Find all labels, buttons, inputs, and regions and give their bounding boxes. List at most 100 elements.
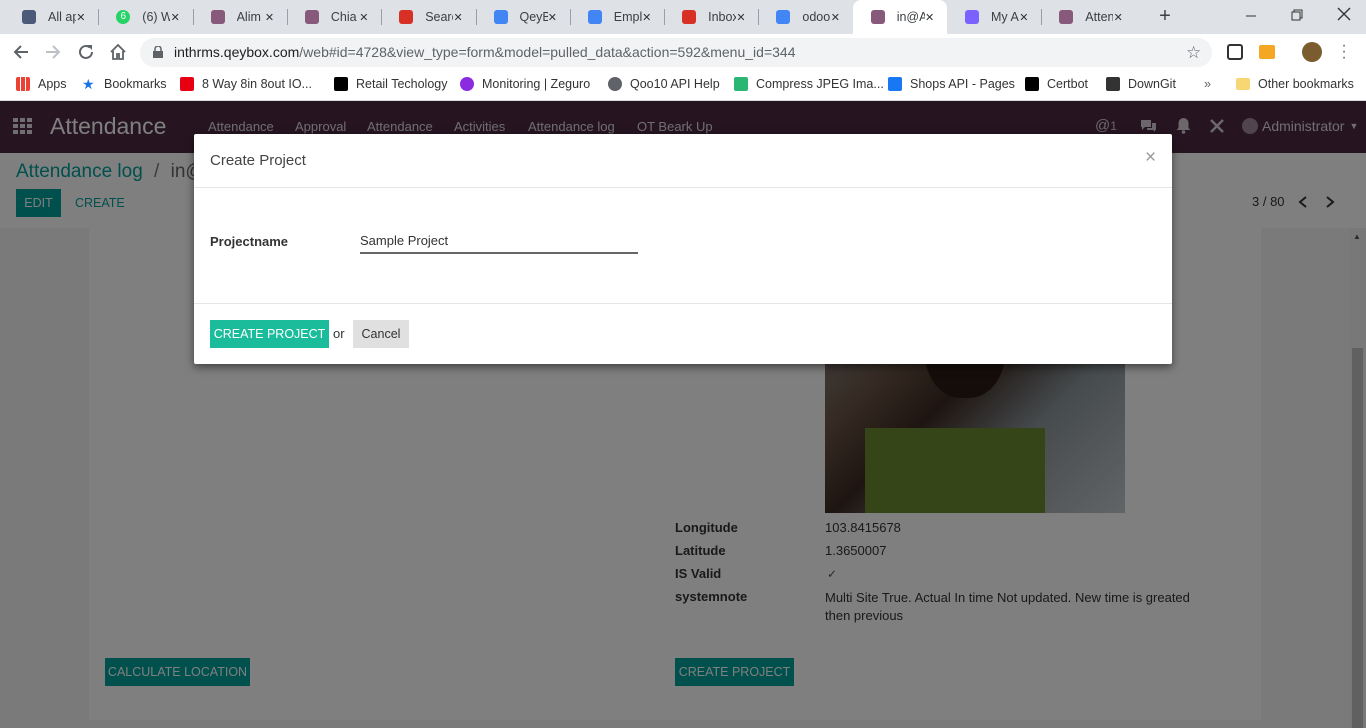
bookmark-item[interactable]: Monitoring | Zeguro	[460, 77, 590, 91]
bookmark-item[interactable]: Apps	[16, 77, 67, 91]
tab-close-icon[interactable]: ✕	[453, 11, 462, 24]
new-tab-button[interactable]: +	[1154, 5, 1176, 27]
bookmark-item[interactable]: DownGit	[1106, 77, 1176, 91]
tab-close-icon[interactable]: ✕	[265, 11, 274, 24]
tab-favicon-icon	[399, 10, 414, 24]
tab-title: (6) WhatsApp	[142, 10, 171, 24]
tab-favicon-icon	[1059, 10, 1074, 24]
create-project-button[interactable]: CREATE PROJECT	[210, 320, 329, 348]
tab-close-icon[interactable]: ✕	[359, 11, 368, 24]
tab-close-icon[interactable]: ✕	[1019, 11, 1028, 24]
bookmark-star-icon[interactable]: ☆	[1186, 44, 1201, 61]
bookmark-label: Bookmarks	[104, 77, 167, 91]
bookmark-item[interactable]: ★ Bookmarks	[82, 77, 167, 91]
browser-tab[interactable]: Inbox ✕	[664, 0, 758, 34]
tab-separator	[475, 9, 477, 25]
leaf-icon	[734, 77, 748, 91]
tab-favicon-icon	[22, 10, 36, 24]
dialog-header-divider	[194, 187, 1172, 188]
tab-separator	[98, 9, 100, 25]
tab-favicon-icon	[965, 10, 979, 24]
tab-favicon-icon	[210, 10, 225, 24]
or-text: or	[333, 326, 345, 341]
tab-close-icon[interactable]: ✕	[736, 11, 745, 24]
browser-tab[interactable]: All apps✕	[4, 0, 98, 34]
other-bookmarks-label: Other bookmarks	[1258, 77, 1354, 91]
projectname-input[interactable]: Sample Project	[360, 233, 638, 254]
tab-close-icon[interactable]: ✕	[642, 11, 651, 24]
restore-button[interactable]	[1290, 8, 1304, 22]
browser-tab[interactable]: odoo ✕	[758, 0, 852, 34]
dialog-close-icon[interactable]: ×	[1145, 147, 1156, 169]
tab-favicon-icon	[587, 10, 602, 24]
facebook-icon	[888, 77, 902, 91]
url-text[interactable]: inthrms.qeybox.com/web#id=4728&view_type…	[174, 44, 795, 60]
other-bookmarks[interactable]: Other bookmarks	[1236, 77, 1354, 91]
tab-favicon-icon	[776, 10, 791, 24]
minimize-button[interactable]	[1244, 8, 1258, 22]
tab-separator	[664, 9, 666, 25]
tab-separator	[381, 9, 383, 25]
lock-icon[interactable]	[153, 45, 163, 61]
browser-tab[interactable]: My Apps✕	[947, 0, 1041, 34]
dialog-footer-divider	[194, 303, 1172, 304]
cancel-button[interactable]: Cancel	[353, 320, 409, 348]
bookmark-label: Compress JPEG Ima...	[756, 77, 884, 91]
tab-title: Employee	[613, 10, 642, 24]
browser-tab[interactable]: Alim ✕	[193, 0, 287, 34]
github-icon	[1106, 77, 1120, 91]
extension-icon[interactable]	[1227, 44, 1243, 60]
bookmark-label: Retail Techology	[356, 77, 448, 91]
tab-close-icon[interactable]: ✕	[925, 11, 934, 24]
browser-tab[interactable]: in@A ✕	[852, 0, 947, 34]
tab-separator	[569, 9, 571, 25]
tab-separator	[286, 9, 288, 25]
bookmark-label: Qoo10 API Help	[630, 77, 720, 91]
tab-close-icon[interactable]: ✕	[171, 11, 180, 24]
star-icon: ★	[82, 76, 95, 92]
bookmark-item[interactable]: Retail Techology	[334, 77, 448, 91]
browser-tab[interactable]: Search✕	[381, 0, 475, 34]
tab-close-icon[interactable]: ✕	[76, 11, 85, 24]
browser-tab[interactable]: Chia ✕	[287, 0, 381, 34]
browser-tab[interactable]: Employee✕	[570, 0, 664, 34]
globe-icon	[608, 77, 622, 91]
bookmark-item[interactable]: Certbot	[1025, 77, 1088, 91]
create-project-dialog: Create Project × Projectname Sample Proj…	[194, 134, 1172, 364]
tab-close-icon[interactable]: ✕	[831, 11, 840, 24]
tab-favicon-icon: 6	[116, 10, 131, 24]
bookmark-label: DownGit	[1128, 77, 1176, 91]
browser-tab[interactable]: 6 (6) WhatsApp✕	[98, 0, 192, 34]
reload-icon[interactable]	[77, 43, 95, 64]
home-icon[interactable]	[109, 43, 127, 64]
back-icon[interactable]	[12, 43, 30, 64]
tab-title: My Apps	[991, 10, 1019, 24]
bookmark-label: Monitoring | Zeguro	[482, 77, 591, 91]
url-host: inthrms.qeybox.com	[174, 44, 300, 60]
address-bar[interactable]: inthrms.qeybox.com/web#id=4728&view_type…	[140, 38, 1212, 67]
v7-icon	[334, 77, 348, 91]
browser-tab[interactable]: QeyBox✕	[476, 0, 570, 34]
bookmarks-bar: Apps ★ Bookmarks 8 Way 8in 8out IO... Retail…	[0, 71, 1366, 101]
tab-title: odoo	[802, 10, 831, 24]
tab-separator	[758, 9, 760, 25]
folder-icon	[1236, 78, 1250, 90]
profile-avatar[interactable]	[1302, 42, 1322, 62]
close-window-button[interactable]	[1336, 6, 1352, 22]
bookmark-item[interactable]: 8 Way 8in 8out IO...	[180, 77, 312, 91]
forward-icon[interactable]	[44, 43, 62, 64]
more-bookmarks-button[interactable]: »	[1204, 77, 1211, 91]
tab-title: QeyBox	[519, 10, 548, 24]
bookmark-item[interactable]: Qoo10 API Help	[608, 77, 720, 91]
extension-photos-icon[interactable]	[1259, 45, 1275, 59]
tab-title: in@A	[896, 10, 925, 24]
tab-title: Alim	[236, 10, 261, 24]
tab-close-icon[interactable]: ✕	[1114, 11, 1123, 24]
apps-grid-icon	[16, 77, 30, 91]
tab-separator	[192, 9, 194, 25]
tab-close-icon[interactable]: ✕	[548, 11, 557, 24]
browser-tab[interactable]: Attendance✕	[1041, 0, 1135, 34]
bookmark-item[interactable]: Compress JPEG Ima...	[734, 77, 884, 91]
bookmark-item[interactable]: Shops API - Pages	[888, 77, 1015, 91]
browser-menu-icon[interactable]: · · ·	[1338, 38, 1350, 66]
